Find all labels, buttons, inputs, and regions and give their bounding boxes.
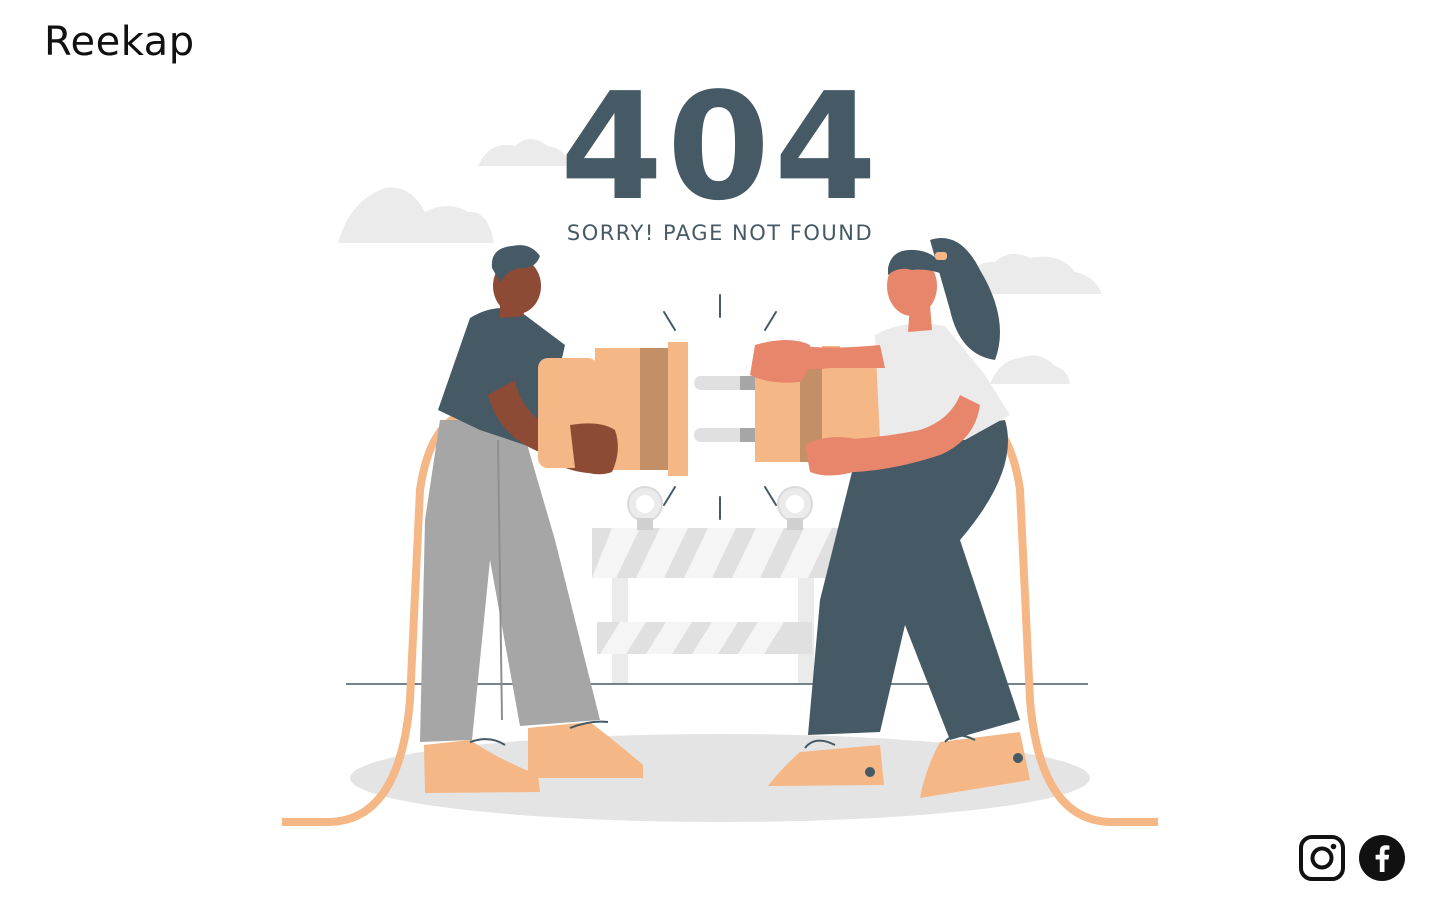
instagram-link[interactable]	[1298, 834, 1346, 882]
facebook-link[interactable]	[1358, 834, 1406, 882]
facebook-icon	[1359, 835, 1405, 881]
instagram-icon	[1299, 835, 1345, 881]
error-message: SORRY! PAGE NOT FOUND	[566, 221, 874, 245]
plug-left	[538, 342, 756, 476]
barrier	[592, 486, 852, 683]
man-figure	[420, 245, 643, 793]
page: Reekap 404 SORRY! PAGE NOT FOUND	[0, 0, 1440, 900]
brand-logo[interactable]: Reekap	[44, 18, 195, 66]
social-links	[1298, 834, 1406, 882]
error-code: 404	[560, 61, 881, 233]
